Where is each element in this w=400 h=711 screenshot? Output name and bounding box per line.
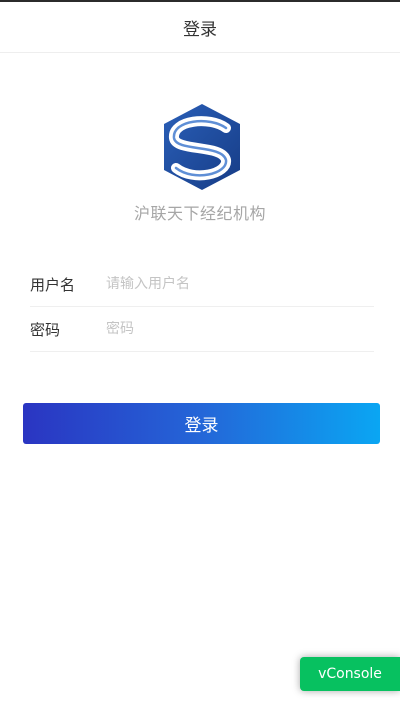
username-row: 用户名 [30, 262, 374, 307]
vconsole-button[interactable]: vConsole [300, 657, 400, 691]
s-hexagon-logo-icon [160, 102, 244, 192]
nav-bar: 登录 [0, 2, 400, 53]
username-input[interactable] [106, 276, 374, 292]
organization-name: 沪联天下经纪机构 [133, 204, 266, 223]
password-row: 密码 [30, 307, 374, 352]
login-button[interactable]: 登录 [23, 403, 380, 444]
login-form: 用户名 密码 [30, 262, 374, 352]
password-label: 密码 [30, 320, 61, 339]
password-input[interactable] [106, 321, 374, 337]
page-title: 登录 [183, 19, 217, 40]
username-label: 用户名 [30, 275, 76, 294]
